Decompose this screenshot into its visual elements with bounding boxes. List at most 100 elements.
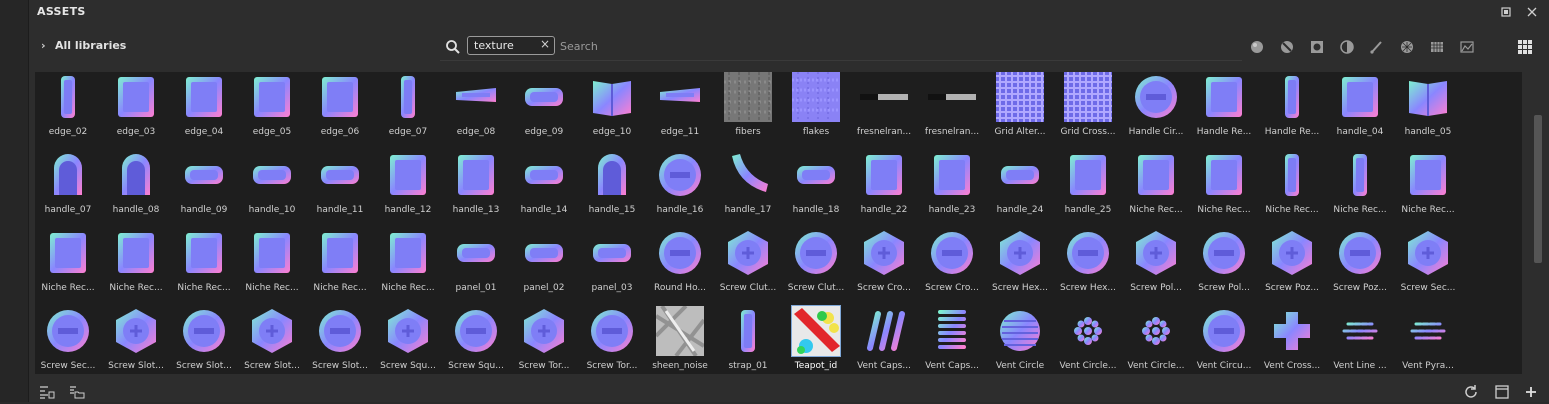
asset-tile[interactable]: Screw Tor... bbox=[579, 306, 645, 382]
asset-tile[interactable]: Screw Pol... bbox=[1191, 228, 1257, 304]
alpha-filter-icon[interactable] bbox=[1429, 39, 1445, 55]
asset-tile[interactable]: Screw Clut... bbox=[715, 228, 781, 304]
asset-tile[interactable]: sheen_noise bbox=[647, 306, 713, 382]
asset-tile[interactable]: handle_22 bbox=[851, 150, 917, 226]
asset-tile[interactable]: Screw Poz... bbox=[1327, 228, 1393, 304]
asset-tile[interactable]: Screw Slot... bbox=[307, 306, 373, 382]
search-tag-chip[interactable]: texture × bbox=[467, 36, 555, 55]
asset-tile[interactable]: handle_16 bbox=[647, 150, 713, 226]
asset-tile[interactable]: Grid Alter... bbox=[987, 72, 1053, 148]
refresh-icon[interactable] bbox=[1463, 384, 1479, 400]
asset-tile[interactable]: edge_09 bbox=[511, 72, 577, 148]
asset-tile[interactable]: edge_11 bbox=[647, 72, 713, 148]
asset-tile[interactable]: handle_08 bbox=[103, 150, 169, 226]
asset-tile[interactable]: Niche Rec... bbox=[307, 228, 373, 304]
asset-tile[interactable]: handle_04 bbox=[1327, 72, 1393, 148]
asset-tile[interactable]: Screw Hex... bbox=[987, 228, 1053, 304]
asset-tile[interactable]: edge_03 bbox=[103, 72, 169, 148]
asset-tile[interactable]: panel_02 bbox=[511, 228, 577, 304]
close-icon[interactable]: × bbox=[540, 37, 550, 51]
asset-tile[interactable]: Screw Poz... bbox=[1259, 228, 1325, 304]
asset-tile[interactable]: Teapot_id bbox=[783, 305, 849, 382]
asset-tile[interactable]: Vent Circle... bbox=[1055, 306, 1121, 382]
asset-tile[interactable]: fibers bbox=[715, 72, 781, 148]
asset-tile[interactable]: edge_06 bbox=[307, 72, 373, 148]
asset-tile[interactable]: Handle Cir... bbox=[1123, 72, 1189, 148]
asset-tile[interactable]: handle_11 bbox=[307, 150, 373, 226]
asset-tile[interactable]: Handle Re... bbox=[1191, 72, 1257, 148]
asset-tile[interactable]: edge_08 bbox=[443, 72, 509, 148]
list-view-icon[interactable] bbox=[39, 384, 55, 400]
asset-tile[interactable]: Screw Squ... bbox=[443, 306, 509, 382]
asset-tile[interactable]: handle_14 bbox=[511, 150, 577, 226]
asset-tile[interactable]: Niche Rec... bbox=[1327, 150, 1393, 226]
asset-tile[interactable]: handle_05 bbox=[1395, 72, 1461, 148]
asset-tile[interactable]: Handle Re... bbox=[1259, 72, 1325, 148]
libraries-dropdown[interactable]: › All libraries bbox=[41, 39, 126, 52]
asset-tile[interactable]: handle_15 bbox=[579, 150, 645, 226]
asset-tile[interactable]: edge_05 bbox=[239, 72, 305, 148]
material-filter-icon[interactable] bbox=[1249, 39, 1265, 55]
asset-tile[interactable]: panel_01 bbox=[443, 228, 509, 304]
asset-tile[interactable]: Niche Rec... bbox=[375, 228, 441, 304]
asset-tile[interactable]: Screw Tor... bbox=[511, 306, 577, 382]
asset-tile[interactable]: edge_02 bbox=[35, 72, 101, 148]
asset-tile[interactable]: Screw Slot... bbox=[103, 306, 169, 382]
asset-tile[interactable]: handle_09 bbox=[171, 150, 237, 226]
asset-tile[interactable]: edge_07 bbox=[375, 72, 441, 148]
asset-tile[interactable]: Screw Pol... bbox=[1123, 228, 1189, 304]
asset-tile[interactable]: Vent Caps... bbox=[851, 306, 917, 382]
asset-tile[interactable]: handle_13 bbox=[443, 150, 509, 226]
texture-filter-icon[interactable] bbox=[1399, 39, 1415, 55]
asset-tile[interactable]: Niche Rec... bbox=[103, 228, 169, 304]
asset-tile[interactable]: Screw Cro... bbox=[851, 228, 917, 304]
search-input[interactable] bbox=[558, 37, 1202, 55]
asset-tile[interactable]: Niche Rec... bbox=[1259, 150, 1325, 226]
asset-tile[interactable]: Niche Rec... bbox=[1395, 150, 1461, 226]
procedural-filter-icon[interactable] bbox=[1459, 39, 1475, 55]
asset-tile[interactable]: handle_12 bbox=[375, 150, 441, 226]
asset-tile[interactable]: handle_18 bbox=[783, 150, 849, 226]
brush-filter-icon[interactable] bbox=[1369, 39, 1385, 55]
asset-tile[interactable]: Screw Clut... bbox=[783, 228, 849, 304]
asset-tile[interactable]: Niche Rec... bbox=[171, 228, 237, 304]
asset-tile[interactable]: Niche Rec... bbox=[1123, 150, 1189, 226]
asset-tile[interactable]: edge_10 bbox=[579, 72, 645, 148]
asset-tile[interactable]: Round Ho... bbox=[647, 228, 713, 304]
asset-tile[interactable]: Screw Slot... bbox=[239, 306, 305, 382]
asset-tile[interactable]: Niche Rec... bbox=[1191, 150, 1257, 226]
environment-filter-icon[interactable] bbox=[1309, 39, 1325, 55]
undock-icon[interactable] bbox=[1499, 5, 1513, 19]
asset-tile[interactable]: fresnelran... bbox=[851, 72, 917, 148]
folder-view-icon[interactable] bbox=[69, 384, 85, 400]
asset-tile[interactable]: edge_04 bbox=[171, 72, 237, 148]
asset-tile[interactable]: Screw Hex... bbox=[1055, 228, 1121, 304]
asset-tile[interactable]: handle_25 bbox=[1055, 150, 1121, 226]
asset-tile[interactable]: Vent Cross... bbox=[1259, 306, 1325, 382]
smart-mask-filter-icon[interactable] bbox=[1339, 39, 1355, 55]
asset-tile[interactable]: Screw Sec... bbox=[1395, 228, 1461, 304]
close-icon[interactable] bbox=[1525, 5, 1539, 19]
grid-view-icon[interactable] bbox=[1517, 39, 1533, 55]
asset-tile[interactable]: Screw Cro... bbox=[919, 228, 985, 304]
smart-material-filter-icon[interactable] bbox=[1279, 39, 1295, 55]
asset-tile[interactable]: Screw Sec... bbox=[35, 306, 101, 382]
asset-tile[interactable]: Niche Rec... bbox=[35, 228, 101, 304]
asset-tile[interactable]: panel_03 bbox=[579, 228, 645, 304]
asset-tile[interactable]: Screw Slot... bbox=[171, 306, 237, 382]
asset-tile[interactable]: handle_07 bbox=[35, 150, 101, 226]
asset-tile[interactable]: Vent Circle... bbox=[1123, 306, 1189, 382]
asset-tile[interactable]: Screw Squ... bbox=[375, 306, 441, 382]
scrollbar[interactable] bbox=[1534, 115, 1542, 263]
asset-tile[interactable]: handle_24 bbox=[987, 150, 1053, 226]
asset-tile[interactable]: handle_17 bbox=[715, 150, 781, 226]
add-icon[interactable] bbox=[1523, 384, 1539, 400]
asset-tile[interactable]: flakes bbox=[783, 72, 849, 148]
new-window-icon[interactable] bbox=[1494, 384, 1510, 400]
asset-tile[interactable]: fresnelran... bbox=[919, 72, 985, 148]
asset-tile[interactable]: Niche Rec... bbox=[239, 228, 305, 304]
search-icon[interactable] bbox=[445, 39, 461, 55]
asset-tile[interactable]: Vent Line ... bbox=[1327, 306, 1393, 382]
asset-tile[interactable]: strap_01 bbox=[715, 306, 781, 382]
asset-tile[interactable]: Grid Cross... bbox=[1055, 72, 1121, 148]
